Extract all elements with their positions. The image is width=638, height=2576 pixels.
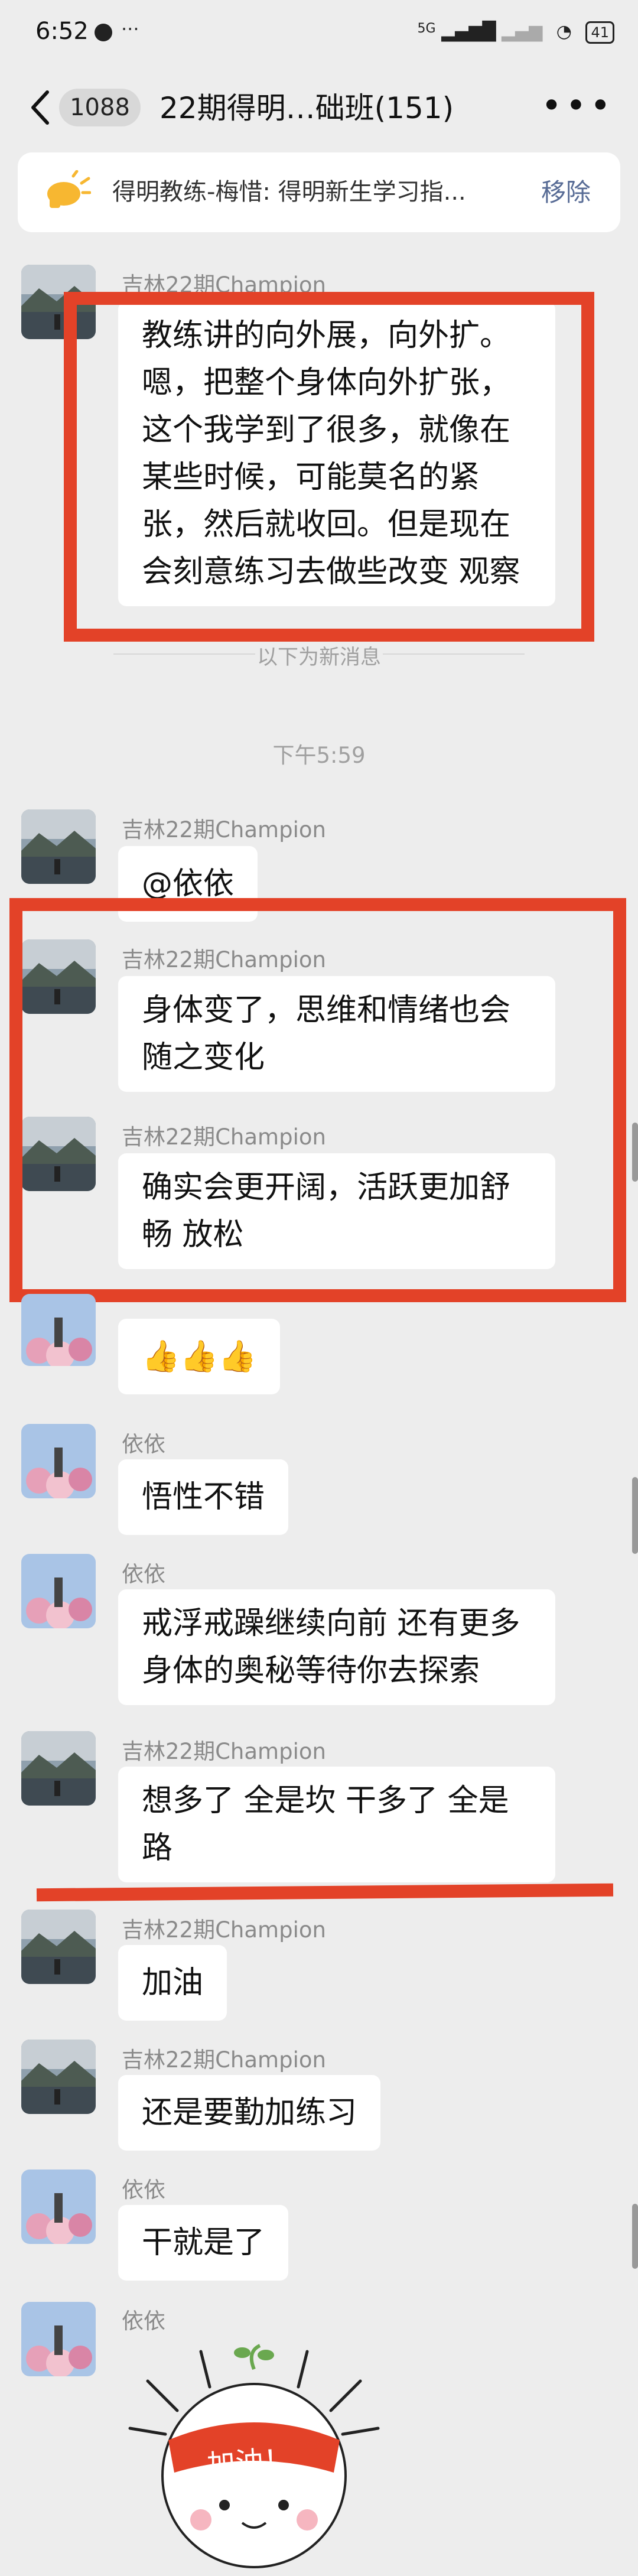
sender-name: 吉林22期Champion xyxy=(122,1739,326,1764)
chat-title: 22期得明…础班(151) xyxy=(160,91,454,125)
annotation-box xyxy=(64,292,594,642)
avatar-lake[interactable] xyxy=(21,1731,96,1806)
scrollbar-thumb-2[interactable] xyxy=(632,1477,638,1554)
avatar-flowers[interactable] xyxy=(21,2170,96,2244)
pinned-notice-text: 得明教练-梅惜: 得明新生学习指... xyxy=(112,178,466,206)
sender-name: 吉林22期Champion xyxy=(122,2047,326,2073)
sender-name: 依依 xyxy=(122,2177,165,2203)
back-arrow-icon[interactable] xyxy=(28,89,52,133)
message-bubble[interactable]: 悟性不错 xyxy=(118,1459,289,1535)
message-bubble[interactable]: 还是要勤加练习 xyxy=(118,2075,381,2151)
recording-icon xyxy=(95,24,112,41)
sender-name: 依依 xyxy=(122,1432,165,1457)
sender-name: 依依 xyxy=(122,1562,165,1587)
announcement-icon xyxy=(44,170,92,208)
avatar-flowers[interactable] xyxy=(21,1424,96,1498)
divider-line xyxy=(383,653,525,655)
avatar-lake[interactable] xyxy=(21,1910,96,1984)
chat-header: 1088 22期得明…础班(151) ••• xyxy=(0,65,638,148)
time-marker: 下午5:59 xyxy=(272,743,366,768)
avatar-flowers[interactable] xyxy=(21,2302,96,2376)
message-bubble[interactable]: 👍👍👍 xyxy=(118,1319,281,1394)
avatar-lake[interactable] xyxy=(21,809,96,884)
wifi-icon: ◔ xyxy=(556,21,572,42)
sticker-text: 加油！ xyxy=(206,2443,294,2482)
avatar-flowers[interactable] xyxy=(21,1554,96,1628)
message-bubble[interactable]: 加油 xyxy=(118,1945,227,2021)
sender-name: 吉林22期Champion xyxy=(122,1917,326,1943)
scrollbar-thumb[interactable] xyxy=(632,1123,638,1182)
network-label: 5G xyxy=(417,21,436,36)
battery-icon: 41 xyxy=(585,21,614,44)
sender-name: 吉林22期Champion xyxy=(122,817,326,843)
more-notifications-icon: ··· xyxy=(121,18,139,40)
status-bar: 6:52 ··· 5G ▂▄▆█ ▂▄▆ ◔ 41 xyxy=(0,0,638,65)
annotation-underline xyxy=(36,1883,614,1902)
message-bubble[interactable]: 干就是了 xyxy=(118,2205,289,2281)
scrollbar-thumb-3[interactable] xyxy=(632,2204,638,2269)
sticker-image[interactable]: 加油！ xyxy=(112,2328,396,2576)
annotation-box xyxy=(9,898,626,1302)
status-time: 6:52 xyxy=(35,18,89,45)
avatar-lake[interactable] xyxy=(21,2040,96,2114)
battery-level: 41 xyxy=(591,24,609,41)
signal-icon: ▂▄▆█ xyxy=(441,21,496,42)
avatar-flowers[interactable] xyxy=(21,1294,96,1366)
remove-pin-button[interactable]: 移除 xyxy=(541,152,591,232)
message-bubble[interactable]: 戒浮戒躁继续向前 还有更多身体的奥秘等待你去探索 xyxy=(118,1589,555,1705)
signal-icon-2: ▂▄▆ xyxy=(501,21,543,42)
status-icons: 5G ▂▄▆█ ▂▄▆ ◔ 41 xyxy=(418,21,614,44)
pinned-notice[interactable]: 得明教练-梅惜: 得明新生学习指... 移除 xyxy=(18,152,620,232)
more-options-button[interactable]: ••• xyxy=(541,85,614,126)
message-bubble[interactable]: 想多了 全是坎 干多了 全是路 xyxy=(118,1767,555,1882)
unread-count-badge[interactable]: 1088 xyxy=(59,89,141,126)
new-messages-divider: 以下为新消息 xyxy=(256,646,381,669)
